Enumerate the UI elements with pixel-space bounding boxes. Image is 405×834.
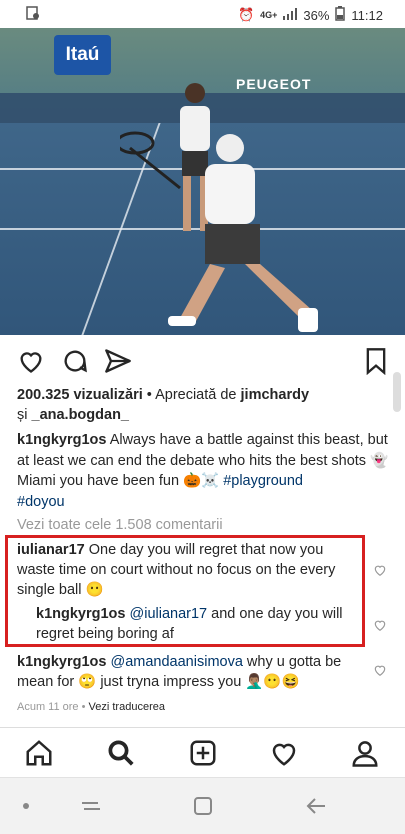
sponsor-logo-right: PEUGEOT — [236, 76, 312, 92]
scroll-indicator — [393, 372, 401, 412]
system-nav-bar — [0, 777, 405, 834]
battery-percent: 36% — [303, 7, 330, 23]
mention-link[interactable]: @iulianar17 — [130, 606, 208, 622]
reply-comment: k1ngkyrg1os @iulianar17 and one day you … — [36, 604, 356, 644]
add-post-icon[interactable] — [188, 738, 218, 768]
views-count[interactable]: 200.325 vizualizări — [17, 387, 143, 403]
liked-by-user[interactable]: jimchardy — [241, 387, 310, 403]
comment-like-icon[interactable] — [373, 618, 387, 632]
network-label: 4G+ — [260, 10, 278, 20]
translate-link[interactable]: Vezi traducerea — [89, 701, 165, 713]
profile-icon[interactable] — [350, 738, 380, 768]
bookmark-icon[interactable] — [362, 347, 390, 375]
home-icon[interactable] — [24, 738, 54, 768]
home-button-icon[interactable] — [193, 796, 213, 816]
share-send-icon[interactable] — [104, 347, 132, 375]
bottom-tab-bar — [0, 727, 405, 778]
back-icon[interactable] — [305, 796, 327, 816]
post-actions — [0, 343, 405, 379]
view-all-comments[interactable]: Vezi toate cele 1.508 comentarii — [17, 515, 392, 535]
signal-icon — [283, 7, 298, 23]
post-media[interactable]: Itaú PEUGEOT — [0, 28, 405, 335]
liked-by-and: și — [17, 407, 32, 423]
clock: 11:12 — [351, 7, 383, 23]
comment-username[interactable]: iulianar17 — [17, 542, 85, 558]
post-caption: k1ngkyrg1os Always have a battle against… — [17, 430, 392, 512]
post-timestamp: Acum 11 ore — [17, 701, 79, 713]
hashtag-link[interactable]: #playground — [223, 473, 303, 489]
comment-username[interactable]: k1ngkyrg1os — [17, 654, 106, 670]
comment: k1ngkyrg1os @amandaanisimova why u gotta… — [17, 652, 357, 692]
player-figure — [120, 131, 318, 332]
hashtag-link[interactable]: #doyou — [17, 494, 65, 510]
battery-icon — [335, 6, 346, 24]
comment-like-icon[interactable] — [373, 663, 387, 677]
mention-link[interactable]: @amandaanisimova — [111, 654, 243, 670]
comment: iulianar17 One day you will regret that … — [17, 540, 357, 600]
sponsor-logo-left: Itaú — [54, 35, 111, 75]
comment-icon[interactable] — [61, 347, 89, 375]
alarm-icon: ⏰ — [237, 7, 255, 22]
dot-icon[interactable] — [22, 802, 30, 810]
post-likes: 200.325 vizualizări • Apreciată de jimch… — [17, 385, 392, 425]
comment-like-icon[interactable] — [373, 563, 387, 577]
image-icon — [26, 6, 40, 23]
liked-by-user[interactable]: _ana.bogdan_ — [32, 407, 130, 423]
status-bar: ⏰ 4G+ 36% 11:12 — [0, 0, 405, 28]
comment-username[interactable]: k1ngkyrg1os — [36, 606, 125, 622]
search-icon[interactable] — [106, 738, 136, 768]
liked-by-prefix: • Apreciată de — [142, 387, 241, 403]
recent-apps-icon[interactable] — [80, 796, 102, 816]
activity-heart-icon[interactable] — [269, 738, 299, 768]
like-heart-icon[interactable] — [17, 347, 45, 375]
footer-separator: • — [78, 701, 89, 713]
caption-username[interactable]: k1ngkyrg1os — [17, 432, 106, 448]
post-footer: Acum 11 ore • Vezi traducerea — [17, 697, 392, 717]
